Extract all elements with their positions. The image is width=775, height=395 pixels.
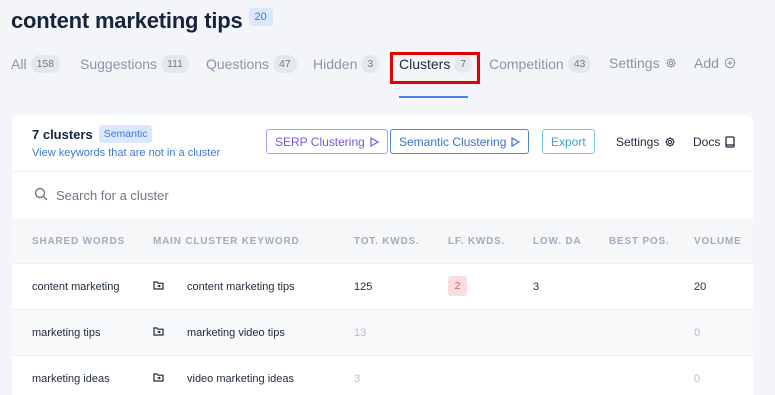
clusters-count: 7 clusters: [32, 126, 93, 142]
button-label: SERP Clustering: [275, 134, 365, 149]
tab-label: Questions: [206, 56, 270, 72]
book-icon: [725, 135, 735, 148]
play-icon: [370, 136, 379, 147]
semantic-clustering-button[interactable]: Semantic Clustering: [390, 129, 530, 154]
tab-all[interactable]: All 158: [11, 55, 61, 73]
play-icon: [511, 136, 521, 147]
tab-label: Hidden: [313, 56, 358, 72]
tab-count: 47: [273, 55, 297, 73]
clusters-summary: 7 clusters Semantic: [32, 125, 153, 143]
lf-keywords-badge: 2: [448, 276, 467, 296]
clustering-mode-badge: Semantic: [98, 125, 153, 143]
column-header-volume[interactable]: VOLUME: [694, 236, 742, 247]
button-label: Semantic Clustering: [399, 134, 507, 149]
docs-button[interactable]: Docs: [693, 129, 736, 154]
cell-shared-words: marketing ideas: [32, 373, 110, 385]
tab-label: Competition: [489, 56, 564, 72]
tab-add[interactable]: Add: [694, 55, 736, 71]
cell-shared-words: content marketing: [32, 281, 120, 293]
tab-count: 158: [30, 55, 61, 73]
unclustered-keywords-link[interactable]: View keywords that are not in a cluster: [32, 147, 220, 159]
tab-label: Suggestions: [80, 56, 158, 72]
cell-main-keyword: video marketing ideas: [187, 373, 295, 385]
page-header: content marketing tips 20: [11, 7, 273, 35]
gear-icon: [665, 136, 676, 147]
export-button[interactable]: Export: [542, 129, 595, 154]
active-tab-underline: [399, 96, 468, 98]
serp-clustering-button[interactable]: SERP Clustering: [266, 129, 388, 154]
tab-competition[interactable]: Competition 43: [489, 55, 592, 73]
tab-label: Add: [694, 55, 719, 71]
search-input[interactable]: [56, 185, 456, 205]
cell-volume: 0: [694, 327, 701, 339]
cell-shared-words: marketing tips: [32, 327, 101, 339]
cell-total-keywords: 125: [354, 281, 373, 293]
tab-bar: All 158 Suggestions 111 Questions 47 Hid…: [0, 50, 775, 98]
page-title: content marketing tips: [11, 8, 243, 33]
column-header-best-position[interactable]: BEST POS.: [609, 236, 670, 247]
button-label: Export: [551, 134, 586, 149]
active-tab-highlight-box: [390, 52, 480, 84]
search-icon: [34, 187, 48, 201]
cluster-settings-button[interactable]: Settings: [616, 129, 677, 154]
button-label: Docs: [693, 134, 721, 149]
cell-total-keywords: 3: [354, 373, 361, 385]
column-header-low-da[interactable]: LOW. DA: [533, 236, 581, 247]
cluster-search-bar: [12, 171, 753, 219]
table-header: SHARED WORDS MAIN CLUSTER KEYWORD TOT. K…: [12, 219, 753, 263]
tab-label: Settings: [609, 55, 660, 71]
table-row[interactable]: marketing ideas video marketing ideas 3 …: [12, 355, 753, 395]
table-row[interactable]: marketing tips marketing video tips 13 0: [12, 309, 753, 355]
button-label: Settings: [616, 134, 660, 149]
title-count-badge: 20: [248, 8, 273, 26]
tab-count: 43: [567, 55, 592, 73]
cell-volume: 20: [694, 281, 707, 293]
column-header-total-keywords[interactable]: TOT. KWDS.: [354, 236, 420, 247]
tab-suggestions[interactable]: Suggestions 111: [80, 55, 190, 73]
tab-hidden[interactable]: Hidden 3: [313, 55, 380, 73]
folder-icon[interactable]: [153, 326, 164, 336]
cell-volume: 0: [694, 373, 701, 385]
cell-main-keyword: marketing video tips: [187, 327, 285, 339]
tab-questions[interactable]: Questions 47: [206, 55, 297, 73]
tab-settings[interactable]: Settings: [609, 55, 677, 71]
cell-low-da: 3: [533, 281, 540, 293]
tab-count: 111: [161, 55, 190, 73]
folder-icon[interactable]: [153, 372, 164, 382]
folder-icon[interactable]: [153, 280, 164, 290]
tab-count: 3: [361, 55, 380, 73]
tab-label: All: [11, 56, 27, 72]
column-header-lf-keywords[interactable]: LF. KWDS.: [448, 236, 505, 247]
plus-circle-icon: [724, 57, 736, 69]
gear-icon: [665, 58, 676, 68]
column-header-shared-words[interactable]: SHARED WORDS: [32, 236, 125, 247]
column-header-main-cluster-keyword[interactable]: MAIN CLUSTER KEYWORD: [153, 236, 300, 247]
table-row[interactable]: content marketing content marketing tips…: [12, 263, 753, 309]
cell-main-keyword: content marketing tips: [187, 281, 295, 293]
clusters-panel: 7 clusters Semantic View keywords that a…: [12, 115, 753, 395]
cell-total-keywords: 13: [354, 327, 367, 339]
